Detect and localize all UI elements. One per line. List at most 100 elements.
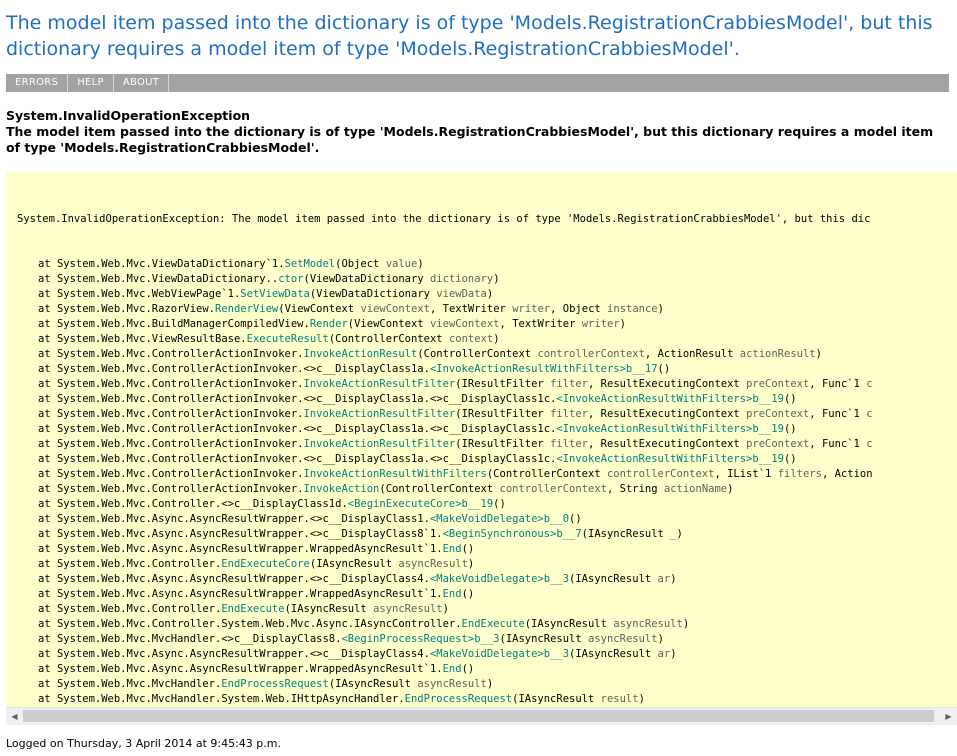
nav-help-link[interactable]: HELP xyxy=(68,74,114,92)
error-summary: System.InvalidOperationException The mod… xyxy=(6,108,951,156)
frame-method: <InvokeActionResultWithFilters>b__17 xyxy=(429,363,658,375)
arg-type: Object xyxy=(562,303,601,315)
logged-on-text: Logged on Thursday, 3 April 2014 at 9:45… xyxy=(6,737,281,750)
arg-name: writer xyxy=(512,303,551,315)
frame-method: InvokeActionResultFilter xyxy=(303,438,456,450)
scrollbar-thumb[interactable] xyxy=(23,710,934,722)
trace-frame: at System.Web.Mvc.BuildManagerCompiledVi… xyxy=(38,318,626,330)
frame-method: SetModel xyxy=(284,258,336,270)
trace-frame: at System.Web.Mvc.Controller.System.Web.… xyxy=(38,618,690,630)
frame-prefix: at xyxy=(38,408,57,420)
frame-prefix: at xyxy=(38,423,57,435)
frame-type: System.Web.Mvc.ControllerActionInvoker. xyxy=(56,438,304,450)
arg-type: String xyxy=(619,483,658,495)
exception-type: System.InvalidOperationException xyxy=(6,108,251,123)
frame-type: System.Web.Mvc.Async.AsyncResultWrapper.… xyxy=(56,528,443,540)
arg-type: IAsyncResult xyxy=(575,573,652,585)
frame-type: System.Web.Mvc.Controller. xyxy=(56,603,222,615)
frame-method: InvokeActionResult xyxy=(303,348,418,360)
frame-prefix: at xyxy=(38,363,57,375)
frame-prefix: at xyxy=(38,603,57,615)
frame-type: System.Web.Mvc.ViewDataDictionary`1. xyxy=(56,258,285,270)
frame-prefix: at xyxy=(38,378,57,390)
arg-name: filter xyxy=(550,378,589,390)
frame-type: System.Web.Mvc.Controller.System.Web.Mvc… xyxy=(56,618,462,630)
arg-type: IAsyncResult xyxy=(588,528,664,540)
horizontal-scrollbar[interactable]: ◀ ▶ xyxy=(6,707,957,725)
scroll-left-icon[interactable]: ◀ xyxy=(6,708,23,725)
trace-frame: at System.Web.Mvc.ControllerActionInvoke… xyxy=(38,438,873,450)
frame-prefix: at xyxy=(38,348,57,360)
arg-type: ViewContext xyxy=(354,318,424,330)
trace-frame: at System.Web.Mvc.ControllerActionInvoke… xyxy=(38,453,797,465)
frame-type: System.Web.Mvc.ControllerActionInvoker.<… xyxy=(56,363,430,375)
frame-prefix: at xyxy=(38,678,57,690)
frame-prefix: at xyxy=(38,393,57,405)
frame-prefix: at xyxy=(38,648,57,660)
trace-frame: at System.Web.Mvc.Async.AsyncResultWrapp… xyxy=(38,588,475,600)
arg-type: Func`1 xyxy=(821,378,860,390)
frame-prefix: at xyxy=(38,333,57,345)
stack-trace-panel[interactable]: System.InvalidOperationException: The mo… xyxy=(6,172,957,725)
frame-prefix: at xyxy=(38,483,57,495)
trace-frame: at System.Web.Mvc.MvcHandler.System.Web.… xyxy=(38,693,645,705)
frame-method: InvokeAction xyxy=(303,483,380,495)
frame-prefix: at xyxy=(38,588,57,600)
arg-name: controllerContext xyxy=(499,483,607,495)
arg-type: IResultFilter xyxy=(461,378,544,390)
arg-type: TextWriter xyxy=(512,318,576,330)
arg-name: preContext xyxy=(746,378,810,390)
frame-type: System.Web.Mvc.ControllerActionInvoker.<… xyxy=(56,393,557,405)
frame-method: InvokeActionResultFilter xyxy=(303,378,456,390)
nav-about-link[interactable]: ABOUT xyxy=(114,74,170,92)
trace-frame: at System.Web.Mvc.MvcHandler.EndProcessR… xyxy=(38,678,494,690)
frame-prefix: at xyxy=(38,618,57,630)
scroll-right-icon[interactable]: ▶ xyxy=(940,708,957,725)
arg-name: instance xyxy=(607,303,658,315)
frame-method: EndProcessRequest xyxy=(404,693,513,705)
frame-method: Render xyxy=(309,318,348,330)
trace-frame: at System.Web.Mvc.ViewDataDictionary`1.S… xyxy=(38,258,424,270)
arg-name: viewContext xyxy=(360,303,430,315)
nav-errors-link[interactable]: ERRORS xyxy=(6,74,69,92)
arg-name: c xyxy=(866,378,873,390)
frame-method: InvokeActionResultFilter xyxy=(303,408,456,420)
frame-type: System.Web.Mvc.ControllerActionInvoker. xyxy=(56,468,304,480)
arg-type: ResultExecutingContext xyxy=(600,438,740,450)
frame-type: System.Web.Mvc.MvcHandler. xyxy=(56,678,222,690)
arg-type: IAsyncResult xyxy=(575,648,652,660)
trace-frame: at System.Web.Mvc.Controller.<>c__Displa… xyxy=(38,498,506,510)
trace-frame: at System.Web.Mvc.ControllerActionInvoke… xyxy=(38,348,822,360)
trace-frame: at System.Web.Mvc.ControllerActionInvoke… xyxy=(38,363,671,375)
frame-type: System.Web.Mvc.MvcHandler.<>c__DisplayCl… xyxy=(56,633,342,645)
frame-prefix: at xyxy=(38,693,57,705)
arg-name: asyncResult xyxy=(373,603,443,615)
arg-type: IAsyncResult xyxy=(335,678,411,690)
frame-prefix: at xyxy=(38,558,57,570)
trace-frame: at System.Web.Mvc.ControllerActionInvoke… xyxy=(38,408,873,420)
error-headline: The model item passed into the dictionar… xyxy=(6,12,933,60)
arg-name: preContext xyxy=(746,438,810,450)
frame-type: System.Web.Mvc.BuildManagerCompiledView. xyxy=(56,318,310,330)
arg-name: actionResult xyxy=(739,348,816,360)
trace-frame: at System.Web.Mvc.ViewDataDictionary..ct… xyxy=(38,273,500,285)
frame-type: System.Web.Mvc.ControllerActionInvoker.<… xyxy=(56,453,557,465)
frame-method: ctor xyxy=(278,273,304,285)
frame-method: EndExecuteCore xyxy=(221,558,310,570)
arg-type: Func`1 xyxy=(821,438,860,450)
arg-type: IAsyncResult xyxy=(290,603,367,615)
trace-frame: at System.Web.Mvc.Controller.EndExecute(… xyxy=(38,603,449,615)
arg-type: TextWriter xyxy=(442,303,506,315)
arg-name: c xyxy=(866,408,873,420)
trace-frame: at System.Web.Mvc.Async.AsyncResultWrapp… xyxy=(38,648,677,660)
frame-method: SetViewData xyxy=(240,288,310,300)
frame-prefix: at xyxy=(38,663,57,675)
trace-frame: at System.Web.Mvc.Async.AsyncResultWrapp… xyxy=(38,513,582,525)
trace-frame: at System.Web.Mvc.Controller.EndExecuteC… xyxy=(38,558,475,570)
frame-type: System.Web.Mvc.Controller. xyxy=(56,558,222,570)
arg-name: value xyxy=(385,258,418,270)
frame-type: System.Web.Mvc.ControllerActionInvoker. xyxy=(56,483,304,495)
arg-name: asyncResult xyxy=(398,558,468,570)
arg-name: dictionary xyxy=(429,273,494,285)
arg-type: IAsyncResult xyxy=(518,693,595,705)
